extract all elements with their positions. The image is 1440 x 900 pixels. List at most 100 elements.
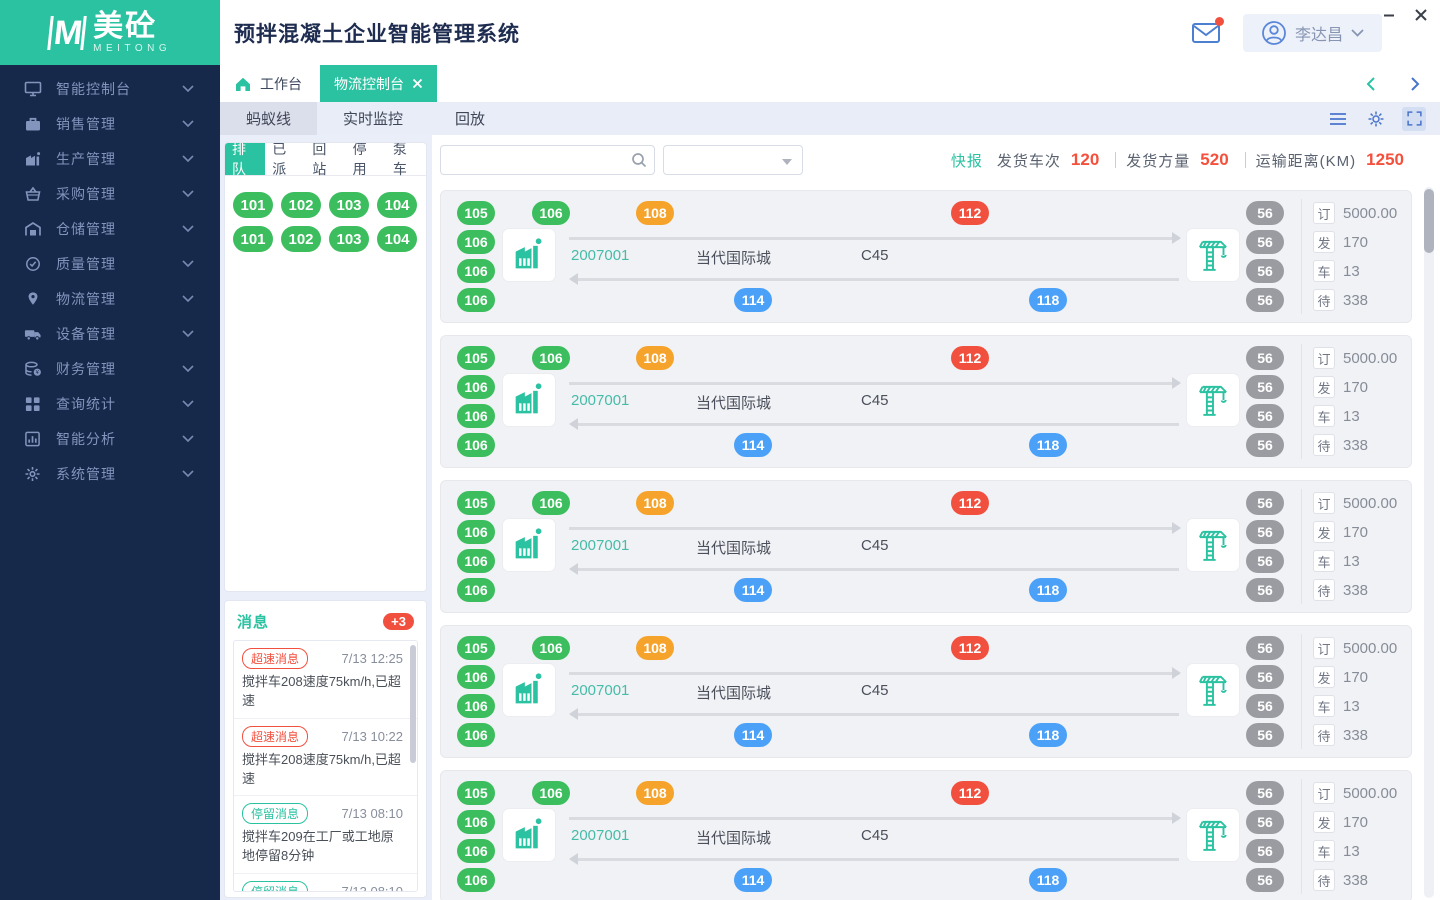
vehicle-badge[interactable]: 106 (457, 694, 495, 718)
vehicle-badge[interactable]: 56 (1246, 636, 1284, 660)
fullscreen-button[interactable] (1402, 107, 1426, 131)
vehicle-badge[interactable]: 114 (734, 868, 772, 892)
close-window-button[interactable] (1410, 4, 1432, 26)
message-item[interactable]: 超速消息7/13 12:25搅拌车208速度75km/h,已超速 (234, 641, 417, 719)
vehicle-badge[interactable]: 103 (329, 192, 369, 218)
vehicle-badge[interactable]: 118 (1029, 433, 1067, 457)
vehicle-badge[interactable]: 106 (457, 578, 495, 602)
vehicle-badge[interactable]: 56 (1246, 375, 1284, 399)
vehicle-badge[interactable]: 112 (951, 781, 989, 805)
vehicle-badge[interactable]: 102 (281, 226, 321, 252)
settings-button[interactable] (1364, 107, 1388, 131)
sidebar-item-1[interactable]: 销售管理 (0, 106, 220, 141)
minimize-button[interactable] (1378, 4, 1400, 26)
vehicle-badge[interactable]: 108 (636, 346, 674, 370)
vehicle-badge[interactable]: 118 (1029, 868, 1067, 892)
vehicle-badge[interactable]: 112 (951, 346, 989, 370)
vehicle-badge[interactable]: 103 (329, 226, 369, 252)
message-item[interactable]: 停留消息7/13 08:10搅拌车209在工厂或工地原地停留8分钟 (234, 874, 417, 892)
tab-logistics-console[interactable]: 物流控制台 (320, 65, 437, 102)
vehicle-badge[interactable]: 56 (1246, 491, 1284, 515)
vehicle-badge[interactable]: 106 (457, 433, 495, 457)
vehicle-badge[interactable]: 105 (457, 636, 495, 660)
search-input[interactable] (440, 145, 655, 175)
filter-select[interactable] (663, 145, 803, 175)
queue-tab-3[interactable]: 停用 (346, 143, 386, 175)
vehicle-badge[interactable]: 101 (233, 192, 273, 218)
vehicle-badge[interactable]: 106 (457, 288, 495, 312)
vehicle-badge[interactable]: 106 (457, 810, 495, 834)
vehicle-badge[interactable]: 114 (734, 578, 772, 602)
order-number[interactable]: 2007001 (571, 682, 629, 699)
menu-button[interactable] (1326, 107, 1350, 131)
vehicle-badge[interactable]: 108 (636, 781, 674, 805)
mail-button[interactable] (1191, 21, 1221, 45)
vehicle-badge[interactable]: 106 (532, 491, 570, 515)
vehicle-badge[interactable]: 56 (1246, 288, 1284, 312)
vehicle-badge[interactable]: 56 (1246, 723, 1284, 747)
queue-tab-0[interactable]: 排队 (225, 143, 265, 175)
order-number[interactable]: 2007001 (571, 537, 629, 554)
dispatch-card[interactable]: 1051061061061061081121141185656565620070… (440, 335, 1412, 468)
sidebar-item-6[interactable]: 物流管理 (0, 281, 220, 316)
vehicle-badge[interactable]: 106 (457, 404, 495, 428)
vehicle-badge[interactable]: 56 (1246, 259, 1284, 283)
vehicle-badge[interactable]: 106 (457, 259, 495, 283)
vehicle-badge[interactable]: 106 (457, 868, 495, 892)
vehicle-badge[interactable]: 105 (457, 781, 495, 805)
sidebar-item-4[interactable]: 仓储管理 (0, 211, 220, 246)
vehicle-badge[interactable]: 56 (1246, 404, 1284, 428)
vehicle-badge[interactable]: 106 (457, 839, 495, 863)
dispatch-card[interactable]: 1051061061061061081121141185656565620070… (440, 625, 1412, 758)
tab-workbench[interactable]: 工作台 (220, 65, 320, 102)
close-tab-icon[interactable] (412, 78, 423, 89)
vehicle-badge[interactable]: 56 (1246, 694, 1284, 718)
subtab-0[interactable]: 蚂蚁线 (220, 102, 317, 135)
vehicle-badge[interactable]: 114 (734, 723, 772, 747)
order-number[interactable]: 2007001 (571, 392, 629, 409)
dispatch-card[interactable]: 1051061061061061081121141185656565620070… (440, 190, 1412, 323)
vehicle-badge[interactable]: 104 (377, 226, 417, 252)
vehicle-badge[interactable]: 56 (1246, 665, 1284, 689)
vehicle-badge[interactable]: 114 (734, 433, 772, 457)
vehicle-badge[interactable]: 56 (1246, 433, 1284, 457)
message-scrollbar[interactable] (410, 645, 416, 763)
vehicle-badge[interactable]: 106 (457, 549, 495, 573)
vehicle-badge[interactable]: 106 (532, 636, 570, 660)
vehicle-badge[interactable]: 112 (951, 201, 989, 225)
vehicle-badge[interactable]: 56 (1246, 346, 1284, 370)
vehicle-badge[interactable]: 118 (1029, 288, 1067, 312)
message-count-badge[interactable]: +3 (383, 613, 414, 630)
vehicle-badge[interactable]: 106 (457, 375, 495, 399)
vehicle-badge[interactable]: 106 (532, 201, 570, 225)
sidebar-item-7[interactable]: 设备管理 (0, 316, 220, 351)
vehicle-badge[interactable]: 108 (636, 636, 674, 660)
vehicle-badge[interactable]: 106 (457, 520, 495, 544)
tabs-scroll-left-icon[interactable] (1364, 77, 1378, 91)
vehicle-badge[interactable]: 118 (1029, 723, 1067, 747)
sidebar-item-5[interactable]: 质量管理 (0, 246, 220, 281)
vehicle-badge[interactable]: 114 (734, 288, 772, 312)
subtab-2[interactable]: 回放 (429, 102, 511, 135)
dispatch-card[interactable]: 1051061061061061081121141185656565620070… (440, 770, 1412, 900)
vehicle-badge[interactable]: 105 (457, 201, 495, 225)
queue-tab-1[interactable]: 已派 (265, 143, 305, 175)
vehicle-badge[interactable]: 112 (951, 636, 989, 660)
vehicle-badge[interactable]: 56 (1246, 201, 1284, 225)
sidebar-item-10[interactable]: 智能分析 (0, 421, 220, 456)
message-item[interactable]: 停留消息7/13 08:10搅拌车209在工厂或工地原地停留8分钟 (234, 796, 417, 874)
vehicle-badge[interactable]: 108 (636, 491, 674, 515)
sidebar-item-0[interactable]: 智能控制台 (0, 71, 220, 106)
vehicle-badge[interactable]: 101 (233, 226, 273, 252)
sidebar-item-3[interactable]: 采购管理 (0, 176, 220, 211)
vehicle-badge[interactable]: 56 (1246, 781, 1284, 805)
scrollbar-track[interactable] (1424, 187, 1434, 898)
vehicle-badge[interactable]: 56 (1246, 810, 1284, 834)
order-number[interactable]: 2007001 (571, 827, 629, 844)
subtab-1[interactable]: 实时监控 (317, 102, 429, 135)
vehicle-badge[interactable]: 56 (1246, 578, 1284, 602)
vehicle-badge[interactable]: 56 (1246, 839, 1284, 863)
vehicle-badge[interactable]: 56 (1246, 520, 1284, 544)
dispatch-card[interactable]: 1051061061061061081121141185656565620070… (440, 480, 1412, 613)
scrollbar-thumb[interactable] (1424, 189, 1434, 253)
